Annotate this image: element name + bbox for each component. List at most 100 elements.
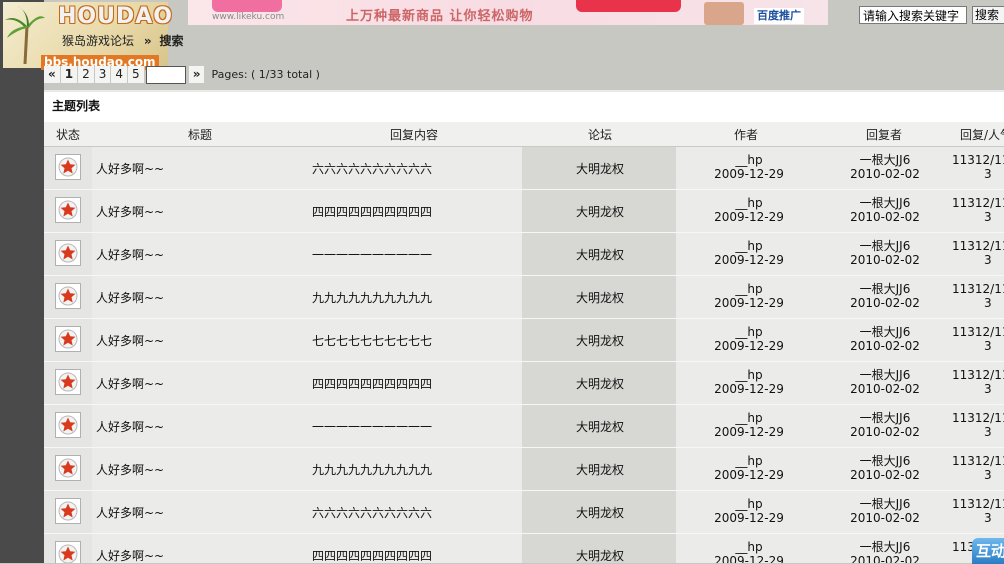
topic-title-link[interactable]: 人好多啊~~ <box>96 375 164 392</box>
reply-content-link[interactable]: 九九九九九九九九九九 <box>312 461 432 478</box>
forum-link[interactable]: 大明龙权 <box>576 547 624 563</box>
replier-name[interactable]: 一根大JJ6 <box>840 153 930 167</box>
replier-name[interactable]: 一根大JJ6 <box>840 497 930 511</box>
replier-cell: 一根大JJ6 2010-02-02 <box>840 540 930 563</box>
table-row[interactable]: 人好多啊~~ 四四四四四四四四四四 大明龙权 __hp 2009-12-29 一… <box>44 534 1004 563</box>
forum-link[interactable]: 大明龙权 <box>576 289 624 306</box>
page-1-button[interactable]: 1 <box>60 66 79 83</box>
topic-title-link[interactable]: 人好多啊~~ <box>96 203 164 220</box>
reply-date: 2010-02-02 <box>850 554 920 563</box>
topic-title-link[interactable]: 人好多啊~~ <box>96 332 164 349</box>
star-icon <box>58 544 78 563</box>
table-row[interactable]: 人好多啊~~ 一一一一一一一一一一 大明龙权 __hp 2009-12-29 一… <box>44 405 1004 448</box>
replier-name[interactable]: 一根大JJ6 <box>840 325 930 339</box>
floating-interact-button[interactable]: 互动 <box>972 538 1004 564</box>
forum-link[interactable]: 大明龙权 <box>576 246 624 263</box>
reply-views-count-wrap: 3 <box>984 382 992 396</box>
banner-cta-button[interactable] <box>576 0 681 12</box>
reply-views-count-wrap: 3 <box>984 296 992 310</box>
author-name[interactable]: __hp <box>704 153 794 167</box>
topic-title-link[interactable]: 人好多啊~~ <box>96 246 164 263</box>
reply-views-count-wrap: 3 <box>984 253 992 267</box>
header-title: 标题 <box>188 128 213 142</box>
author-name[interactable]: __hp <box>704 196 794 210</box>
reply-content-link[interactable]: 六六六六六六六六六六 <box>312 504 432 521</box>
table-row[interactable]: 人好多啊~~ 四四四四四四四四四四 大明龙权 __hp 2009-12-29 一… <box>44 190 1004 233</box>
forum-link[interactable]: 大明龙权 <box>576 160 624 177</box>
author-date: 2009-12-29 <box>714 425 784 439</box>
page-4-button[interactable]: 4 <box>111 66 129 83</box>
author-name[interactable]: __hp <box>704 282 794 296</box>
reply-content-link[interactable]: 一一一一一一一一一一 <box>312 246 432 263</box>
first-page-button[interactable]: « <box>44 66 61 83</box>
author-name[interactable]: __hp <box>704 454 794 468</box>
page-5-button[interactable]: 5 <box>128 66 145 83</box>
replier-cell: 一根大JJ6 2010-02-02 <box>840 368 930 396</box>
reply-content-link[interactable]: 六六六六六六六六六六 <box>312 160 432 177</box>
reply-content-link[interactable]: 四四四四四四四四四四 <box>312 375 432 392</box>
page-2-button[interactable]: 2 <box>78 66 95 83</box>
replier-name[interactable]: 一根大JJ6 <box>840 454 930 468</box>
author-cell: __hp 2009-12-29 <box>704 540 794 563</box>
last-page-button[interactable]: » <box>188 66 206 83</box>
baidu-ad-label[interactable]: 百度推广 <box>754 8 804 24</box>
table-row[interactable]: 人好多啊~~ 四四四四四四四四四四 大明龙权 __hp 2009-12-29 一… <box>44 362 1004 405</box>
reply-date: 2010-02-02 <box>850 382 920 396</box>
search-button[interactable]: 搜索 <box>972 6 1004 24</box>
stats-cell: 11312/11 3 <box>952 325 1004 353</box>
forum-link[interactable]: 大明龙权 <box>576 461 624 478</box>
author-cell: __hp 2009-12-29 <box>704 325 794 353</box>
table-row[interactable]: 人好多啊~~ 九九九九九九九九九九 大明龙权 __hp 2009-12-29 一… <box>44 276 1004 319</box>
replier-name[interactable]: 一根大JJ6 <box>840 540 930 554</box>
page-3-button[interactable]: 3 <box>94 66 112 83</box>
top-ad-banner[interactable]: www.likeku.com 上万种最新商品 让你轻松购物 百度推广 <box>188 0 828 25</box>
stats-cell: 11312/11 3 <box>952 497 1004 525</box>
replier-name[interactable]: 一根大JJ6 <box>840 239 930 253</box>
table-row[interactable]: 人好多啊~~ 一一一一一一一一一一 大明龙权 __hp 2009-12-29 一… <box>44 233 1004 276</box>
logo-text: HOUDAO <box>58 4 173 29</box>
author-name[interactable]: __hp <box>704 239 794 253</box>
author-name[interactable]: __hp <box>704 497 794 511</box>
forum-link[interactable]: 大明龙权 <box>576 375 624 392</box>
table-row[interactable]: 人好多啊~~ 七七七七七七七七七七 大明龙权 __hp 2009-12-29 一… <box>44 319 1004 362</box>
table-row[interactable]: 人好多啊~~ 六六六六六六六六六六 大明龙权 __hp 2009-12-29 一… <box>44 491 1004 534</box>
reply-content-link[interactable]: 九九九九九九九九九九 <box>312 289 432 306</box>
reply-date: 2010-02-02 <box>850 210 920 224</box>
topic-title-link[interactable]: 人好多啊~~ <box>96 461 164 478</box>
replier-name[interactable]: 一根大JJ6 <box>840 411 930 425</box>
author-name[interactable]: __hp <box>704 325 794 339</box>
table-row[interactable]: 人好多啊~~ 九九九九九九九九九九 大明龙权 __hp 2009-12-29 一… <box>44 448 1004 491</box>
reply-content-link[interactable]: 一一一一一一一一一一 <box>312 418 432 435</box>
replier-name[interactable]: 一根大JJ6 <box>840 196 930 210</box>
star-icon <box>58 415 78 435</box>
topic-title-link[interactable]: 人好多啊~~ <box>96 547 164 563</box>
topic-title-link[interactable]: 人好多啊~~ <box>96 289 164 306</box>
reply-content-link[interactable]: 四四四四四四四四四四 <box>312 547 432 563</box>
forum-link[interactable]: 大明龙权 <box>576 203 624 220</box>
author-name[interactable]: __hp <box>704 540 794 554</box>
reply-views-count-wrap: 3 <box>984 167 992 181</box>
author-name[interactable]: __hp <box>704 411 794 425</box>
reply-date: 2010-02-02 <box>850 425 920 439</box>
table-row[interactable]: 人好多啊~~ 六六六六六六六六六六 大明龙权 __hp 2009-12-29 一… <box>44 147 1004 190</box>
forum-link[interactable]: 大明龙权 <box>576 418 624 435</box>
author-name[interactable]: __hp <box>704 368 794 382</box>
reply-date: 2010-02-02 <box>850 253 920 267</box>
stats-cell: 11312/11 3 <box>952 239 1004 267</box>
page-jump-input[interactable] <box>145 65 186 84</box>
header-forum: 论坛 <box>588 128 613 142</box>
forum-link[interactable]: 大明龙权 <box>576 504 624 521</box>
forum-link[interactable]: 大明龙权 <box>576 332 624 349</box>
topic-status-icon <box>55 412 81 438</box>
breadcrumb-home-link[interactable]: 猴岛游戏论坛 <box>62 34 134 48</box>
reply-content-link[interactable]: 七七七七七七七七七七 <box>312 332 432 349</box>
topic-title-link[interactable]: 人好多啊~~ <box>96 418 164 435</box>
replier-name[interactable]: 一根大JJ6 <box>840 368 930 382</box>
topic-title-link[interactable]: 人好多啊~~ <box>96 160 164 177</box>
topic-title-link[interactable]: 人好多啊~~ <box>96 504 164 521</box>
replier-name[interactable]: 一根大JJ6 <box>840 282 930 296</box>
reply-content-link[interactable]: 四四四四四四四四四四 <box>312 203 432 220</box>
topic-status-icon <box>55 541 81 563</box>
author-date: 2009-12-29 <box>714 382 784 396</box>
search-input[interactable] <box>859 6 967 24</box>
